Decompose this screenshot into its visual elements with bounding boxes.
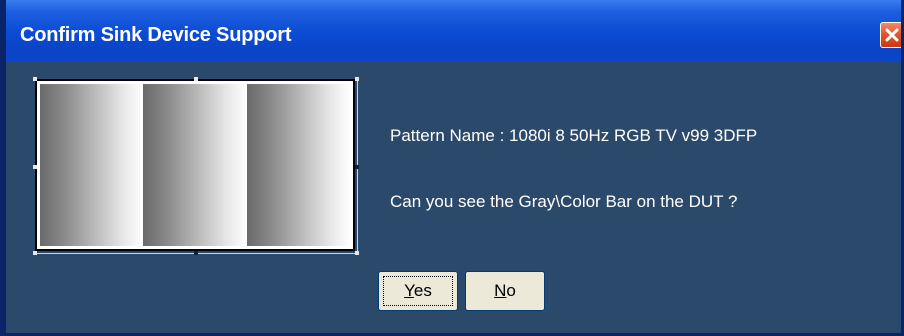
question-label: Can you see the Gray\Color Bar on the DU…	[390, 192, 738, 211]
title-bar[interactable]: Confirm Sink Device Support	[6, 0, 901, 62]
close-button[interactable]	[880, 22, 901, 48]
window-title: Confirm Sink Device Support	[20, 24, 292, 46]
resize-handle[interactable]	[33, 251, 37, 255]
resize-handle[interactable]	[33, 77, 37, 81]
gray-bar-pattern-image	[35, 79, 355, 251]
resize-handle[interactable]	[355, 165, 359, 169]
resize-handle[interactable]	[355, 251, 359, 255]
resize-handle[interactable]	[194, 251, 198, 255]
no-mnemonic: N	[494, 281, 507, 300]
gray-bar	[40, 84, 144, 246]
pattern-name-label: Pattern Name : 1080i 8 50Hz RGB TV v99 3…	[390, 126, 758, 145]
confirm-sink-dialog: Confirm Sink Device Support Pattern Name…	[0, 0, 904, 336]
resize-handle[interactable]	[33, 165, 37, 169]
yes-button[interactable]: Yes	[378, 271, 458, 311]
pattern-preview	[31, 75, 361, 258]
no-button[interactable]: No	[465, 271, 545, 311]
dialog-body: Pattern Name : 1080i 8 50Hz RGB TV v99 3…	[6, 62, 901, 333]
close-icon	[885, 28, 899, 42]
yes-label: es	[413, 281, 432, 300]
gray-bar	[143, 84, 247, 246]
no-label: o	[506, 281, 516, 300]
yes-mnemonic: Y	[404, 281, 414, 300]
gray-bar	[246, 84, 350, 246]
resize-handle[interactable]	[194, 77, 198, 81]
resize-handle[interactable]	[355, 77, 359, 81]
